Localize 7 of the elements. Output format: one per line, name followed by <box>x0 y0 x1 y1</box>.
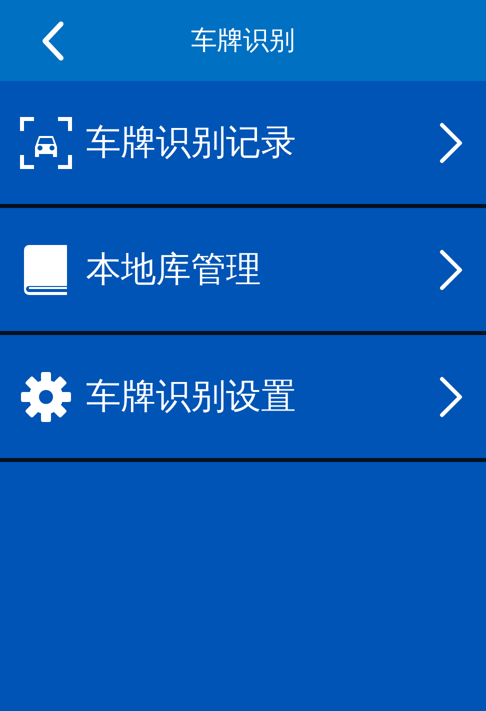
page-title: 车牌识别 <box>191 25 295 58</box>
car-scan-icon <box>20 116 72 168</box>
chevron-icon <box>438 376 464 418</box>
chevron-icon <box>438 122 464 164</box>
chevron-icon <box>438 248 464 290</box>
settings-icon <box>20 370 72 422</box>
back-button[interactable] <box>40 20 66 60</box>
